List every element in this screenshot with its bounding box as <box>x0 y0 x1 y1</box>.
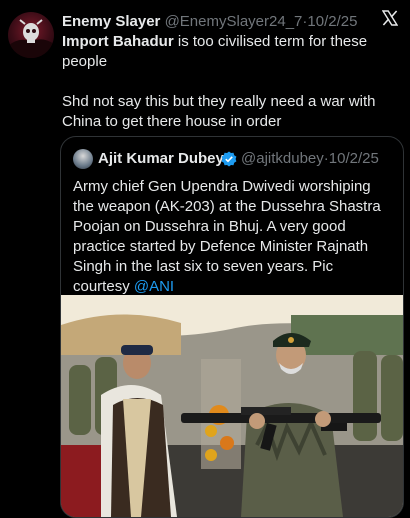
tweet-date[interactable]: 10/2/25 <box>307 13 357 30</box>
quoted-header: Ajit Kumar Dubey @ajitkdubey·10/2/25 <box>73 149 395 171</box>
quoted-meta: @ajitkdubey·10/2/25 <box>241 149 379 169</box>
tweet-header: Enemy Slayer @EnemySlayer24_7·10/2/25 <box>62 12 370 31</box>
tweet-body: Import Bahadur is too civilised term for… <box>62 32 402 132</box>
quoted-author-avatar[interactable] <box>73 149 93 169</box>
author-handle[interactable]: @EnemySlayer24_7 <box>165 13 303 30</box>
ani-mention-link[interactable]: @ANI <box>134 278 174 295</box>
tweet-paragraph-1: Import Bahadur is too civilised term for… <box>62 32 402 72</box>
author-avatar[interactable] <box>8 12 54 58</box>
quoted-handle[interactable]: @ajitkdubey <box>241 150 324 167</box>
verified-badge-icon <box>221 151 237 167</box>
x-logo-icon[interactable] <box>382 10 398 26</box>
quoted-tweet-card[interactable]: Ajit Kumar Dubey @ajitkdubey·10/2/25 Arm… <box>60 136 404 518</box>
skull-avatar-icon <box>8 19 54 58</box>
author-name[interactable]: Enemy Slayer <box>62 13 160 30</box>
quoted-body: Army chief Gen Upendra Dwivedi worshipin… <box>73 177 391 297</box>
quoted-text: Army chief Gen Upendra Dwivedi worshipin… <box>73 178 381 295</box>
quoted-photo[interactable] <box>61 295 403 517</box>
photo-illustration <box>61 295 403 517</box>
tweet-paragraph-2: Shd not say this but they really need a … <box>62 93 380 130</box>
quoted-date[interactable]: 10/2/25 <box>329 150 379 167</box>
bold-lead-text: Import Bahadur <box>62 33 174 50</box>
quoted-author-name[interactable]: Ajit Kumar Dubey <box>98 149 224 169</box>
